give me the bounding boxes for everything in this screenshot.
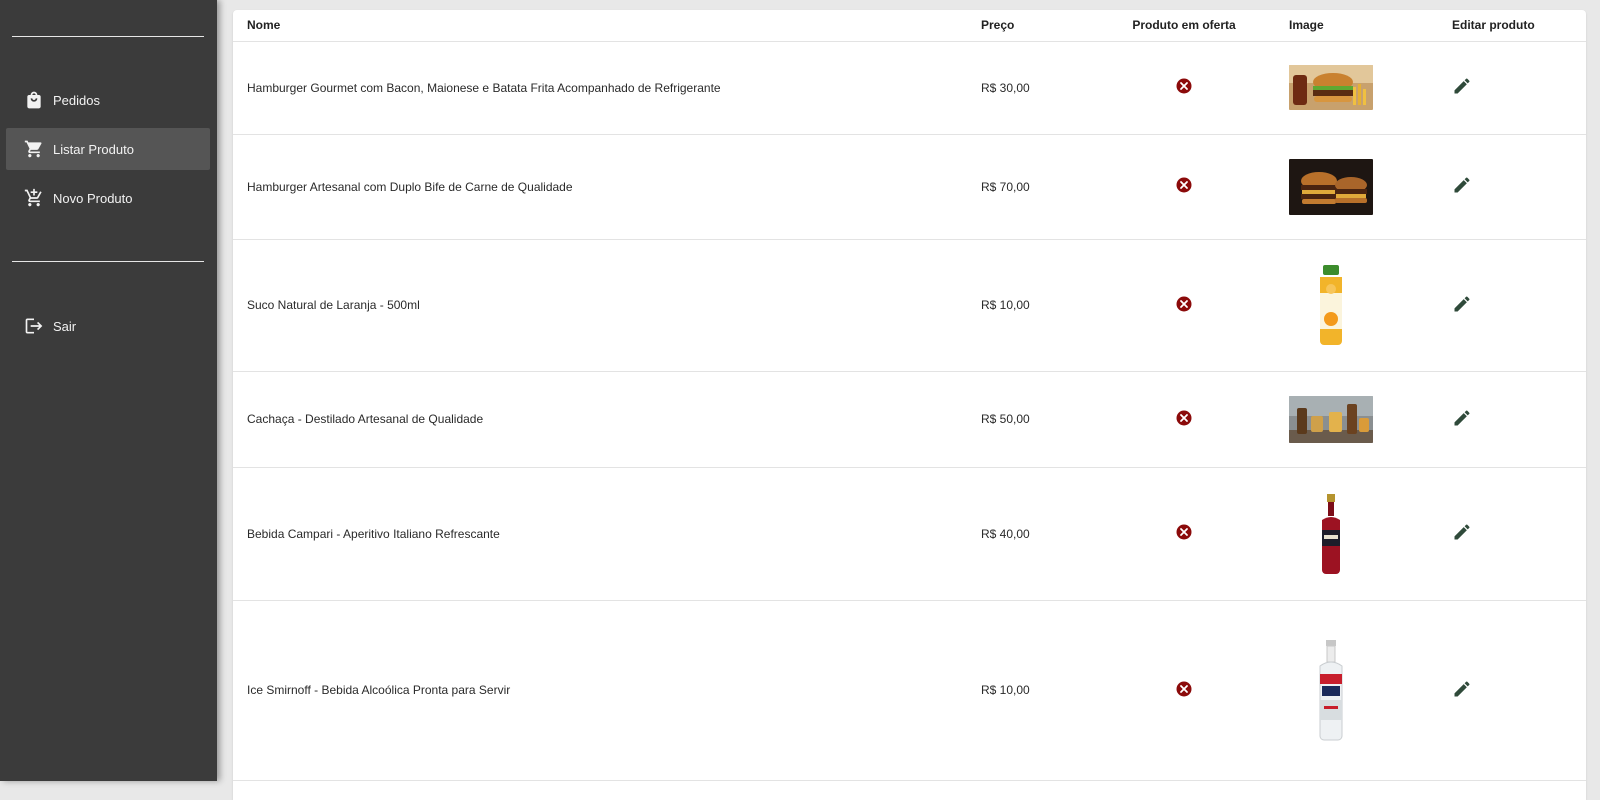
- edit-cell: [1438, 600, 1586, 781]
- edit-pencil-icon[interactable]: [1452, 679, 1472, 699]
- sidebar-item-listar-produto[interactable]: Listar Produto: [6, 128, 210, 170]
- sidebar-item-pedidos[interactable]: Pedidos: [6, 79, 210, 121]
- cart-icon: [24, 139, 44, 159]
- column-header-offer[interactable]: Produto em oferta: [1093, 10, 1275, 42]
- sidebar-divider-bottom: [12, 261, 204, 262]
- table-row: Cachaça - Destilado Artesanal de Qualida…: [233, 371, 1586, 468]
- product-thumbnail-orange-juice: [1289, 263, 1373, 347]
- sidebar-item-label: Pedidos: [53, 92, 100, 108]
- offer-cell: [1093, 467, 1275, 601]
- column-header-edit[interactable]: Editar produto: [1438, 10, 1586, 42]
- table-row: Hamburger Gourmet com Bacon, Maionese e …: [233, 41, 1586, 135]
- product-name: Hamburger Artesanal com Duplo Bife de Ca…: [233, 134, 967, 240]
- cancel-circle-icon: [1176, 296, 1192, 311]
- image-cell: [1275, 467, 1438, 601]
- offer-cell: [1093, 371, 1275, 468]
- offer-cell: [1093, 600, 1275, 781]
- product-name: Bebida Campari - Aperitivo Italiano Refr…: [233, 467, 967, 601]
- image-cell: [1275, 134, 1438, 240]
- product-thumbnail-cachaca: [1289, 395, 1373, 443]
- add-to-cart-icon: [24, 188, 44, 208]
- product-thumbnail-campari: [1289, 491, 1373, 576]
- sidebar-item-label: Novo Produto: [53, 190, 133, 206]
- product-price: R$ 30,00: [967, 41, 1093, 135]
- cancel-circle-icon: [1176, 681, 1192, 696]
- edit-cell: [1438, 467, 1586, 601]
- column-header-price[interactable]: Preço: [967, 10, 1093, 42]
- product-name: Hamburger Gourmet com Bacon, Maionese e …: [233, 41, 967, 135]
- image-cell: [1275, 371, 1438, 468]
- offer-cell: [1093, 239, 1275, 372]
- product-thumbnail-burger-fries: [1289, 65, 1373, 110]
- column-header-name[interactable]: Nome: [233, 10, 967, 42]
- offer-cell: [1093, 134, 1275, 240]
- image-cell: [1275, 600, 1438, 781]
- edit-pencil-icon[interactable]: [1452, 175, 1472, 195]
- cancel-circle-icon: [1176, 177, 1192, 193]
- shopping-bag-icon: [24, 90, 44, 110]
- table-row: Ice Smirnoff - Bebida Alcoólica Pronta p…: [233, 600, 1586, 781]
- product-price: R$ 50,00: [967, 371, 1093, 468]
- image-cell: [1275, 239, 1438, 372]
- edit-pencil-icon[interactable]: [1452, 294, 1472, 314]
- cancel-circle-icon: [1176, 410, 1192, 425]
- edit-cell: [1438, 371, 1586, 468]
- product-thumbnail-ice-smirnoff: [1289, 638, 1373, 742]
- logout-icon: [24, 316, 44, 336]
- table-header-row: Nome Preço Produto em oferta Image Edita…: [233, 10, 1586, 42]
- sidebar-item-label: Listar Produto: [53, 141, 134, 157]
- sidebar-divider-top: [12, 36, 204, 37]
- edit-cell: [1438, 239, 1586, 372]
- edit-pencil-icon[interactable]: [1452, 76, 1472, 96]
- table-row: Suco Natural de Laranja - 500ml R$ 10,00: [233, 239, 1586, 372]
- table-row: Hamburger Artesanal com Duplo Bife de Ca…: [233, 134, 1586, 240]
- product-price: R$ 40,00: [967, 467, 1093, 601]
- sidebar-item-sair[interactable]: Sair: [6, 305, 210, 347]
- table-row: Bebida Campari - Aperitivo Italiano Refr…: [233, 467, 1586, 601]
- offer-cell: [1093, 41, 1275, 135]
- product-name: Ice Smirnoff - Bebida Alcoólica Pronta p…: [233, 600, 967, 781]
- product-price: R$ 10,00: [967, 239, 1093, 372]
- column-header-image[interactable]: Image: [1275, 10, 1438, 42]
- product-table: Nome Preço Produto em oferta Image Edita…: [233, 10, 1586, 781]
- product-name: Suco Natural de Laranja - 500ml: [233, 239, 967, 372]
- sidebar: Pedidos Listar Produto Novo Produto Sair: [0, 0, 217, 781]
- cancel-circle-icon: [1176, 78, 1192, 94]
- product-thumbnail-double-burger: [1289, 158, 1373, 215]
- edit-pencil-icon[interactable]: [1452, 522, 1472, 542]
- product-price: R$ 10,00: [967, 600, 1093, 781]
- product-table-card: Nome Preço Produto em oferta Image Edita…: [233, 10, 1586, 800]
- product-price: R$ 70,00: [967, 134, 1093, 240]
- product-name: Cachaça - Destilado Artesanal de Qualida…: [233, 371, 967, 468]
- edit-pencil-icon[interactable]: [1452, 408, 1472, 428]
- sidebar-item-novo-produto[interactable]: Novo Produto: [6, 177, 210, 219]
- cancel-circle-icon: [1176, 524, 1192, 540]
- sidebar-item-label: Sair: [53, 318, 77, 334]
- edit-cell: [1438, 134, 1586, 240]
- image-cell: [1275, 41, 1438, 135]
- edit-cell: [1438, 41, 1586, 135]
